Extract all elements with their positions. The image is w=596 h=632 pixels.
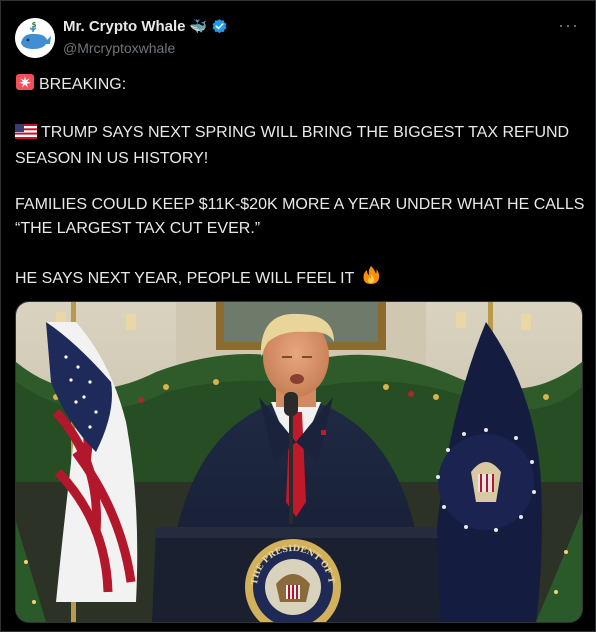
us-flag-icon — [15, 123, 37, 147]
svg-text:$: $ — [32, 21, 37, 29]
verified-badge-icon — [212, 19, 227, 34]
author-avatar[interactable]: $ — [15, 18, 55, 58]
more-options-icon[interactable]: ··· — [558, 15, 579, 36]
author-handle[interactable]: @Mrcryptoxwhale — [63, 40, 175, 56]
whale-avatar-icon: $ — [15, 18, 55, 58]
siren-icon — [15, 73, 35, 99]
tweet-paragraph-2: FAMILIES COULD KEEP $11K-$20K MORE A YEA… — [15, 193, 585, 241]
press-conference-image: THE PRESIDENT OF THE UNITED STATES — [16, 302, 582, 622]
whale-emoji-icon: 🐳 — [189, 18, 207, 34]
tweet-paragraph-1: TRUMP SAYS NEXT SPRING WILL BRING THE BI… — [15, 121, 585, 171]
paragraph-1-text: TRUMP SAYS NEXT SPRING WILL BRING THE BI… — [15, 124, 570, 167]
paragraph-2-text: FAMILIES COULD KEEP $11K-$20K MORE A YEA… — [15, 196, 585, 237]
author-display-name[interactable]: Mr. Crypto Whale — [63, 18, 186, 35]
paragraph-3-text: HE SAYS NEXT YEAR, PEOPLE WILL FEEL IT — [15, 270, 355, 287]
breaking-text: BREAKING: — [39, 76, 127, 93]
tweet-media-image[interactable]: THE PRESIDENT OF THE UNITED STATES — [15, 301, 583, 623]
tweet-paragraph-3: HE SAYS NEXT YEAR, PEOPLE WILL FEEL IT — [15, 265, 585, 293]
tweet-card[interactable]: $ Mr. Crypto Whale 🐳 @Mrcryptoxwhale ···… — [0, 0, 596, 632]
author-name-row: Mr. Crypto Whale 🐳 — [63, 18, 228, 35]
fire-icon — [362, 265, 380, 293]
tweet-breaking-line: BREAKING: — [15, 73, 585, 99]
